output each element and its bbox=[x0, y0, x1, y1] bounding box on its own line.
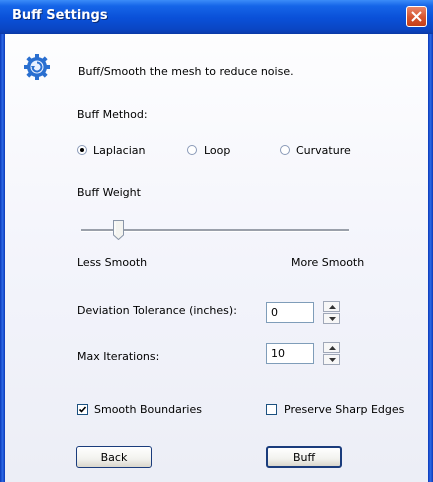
tolerance-up-button[interactable] bbox=[323, 301, 340, 312]
buff-method-label: Buff Method: bbox=[77, 108, 148, 121]
title-bar[interactable]: Buff Settings bbox=[0, 0, 433, 34]
smooth-boundaries-label[interactable]: Smooth Boundaries bbox=[94, 403, 202, 416]
radio-laplacian[interactable] bbox=[77, 145, 87, 155]
buff-weight-slider-thumb[interactable] bbox=[113, 220, 125, 240]
preserve-sharp-edges-label[interactable]: Preserve Sharp Edges bbox=[284, 403, 404, 416]
radio-loop[interactable] bbox=[187, 145, 197, 155]
tolerance-down-button[interactable] bbox=[323, 313, 340, 324]
iterations-down-button[interactable] bbox=[323, 354, 340, 365]
up-arrow-icon bbox=[329, 305, 336, 309]
checkmark-icon bbox=[78, 406, 87, 413]
window-frame-right bbox=[428, 0, 433, 482]
buff-settings-dialog: Buff Settings Buff/Smooth the mesh to re… bbox=[0, 0, 433, 482]
tolerance-spinner[interactable] bbox=[323, 301, 340, 324]
buff-button[interactable]: Buff bbox=[266, 446, 342, 468]
iterations-input[interactable]: 10 bbox=[266, 343, 314, 364]
window-title: Buff Settings bbox=[12, 8, 108, 23]
window-frame-left bbox=[0, 0, 5, 482]
back-button[interactable]: Back bbox=[76, 446, 152, 468]
down-arrow-icon bbox=[329, 358, 336, 362]
tolerance-label: Deviation Tolerance (inches): bbox=[77, 304, 237, 317]
iterations-label: Max Iterations: bbox=[77, 350, 160, 363]
smooth-boundaries-checkbox[interactable] bbox=[77, 404, 88, 415]
down-arrow-icon bbox=[329, 317, 336, 321]
tolerance-input[interactable]: 0 bbox=[266, 302, 314, 323]
gear-icon bbox=[24, 54, 50, 80]
slider-min-label: Less Smooth bbox=[77, 256, 148, 269]
radio-laplacian-label[interactable]: Laplacian bbox=[93, 144, 145, 157]
radio-curvature[interactable] bbox=[280, 145, 290, 155]
dialog-description: Buff/Smooth the mesh to reduce noise. bbox=[78, 65, 294, 78]
iterations-spinner[interactable] bbox=[323, 342, 340, 365]
radio-curvature-label[interactable]: Curvature bbox=[296, 144, 351, 157]
radio-loop-label[interactable]: Loop bbox=[204, 144, 230, 157]
slider-max-label: More Smooth bbox=[291, 256, 365, 269]
preserve-sharp-edges-checkbox[interactable] bbox=[266, 404, 277, 415]
iterations-up-button[interactable] bbox=[323, 342, 340, 353]
close-button[interactable] bbox=[406, 6, 427, 27]
close-icon bbox=[411, 11, 422, 22]
buff-weight-label: Buff Weight bbox=[77, 186, 141, 199]
up-arrow-icon bbox=[329, 346, 336, 350]
